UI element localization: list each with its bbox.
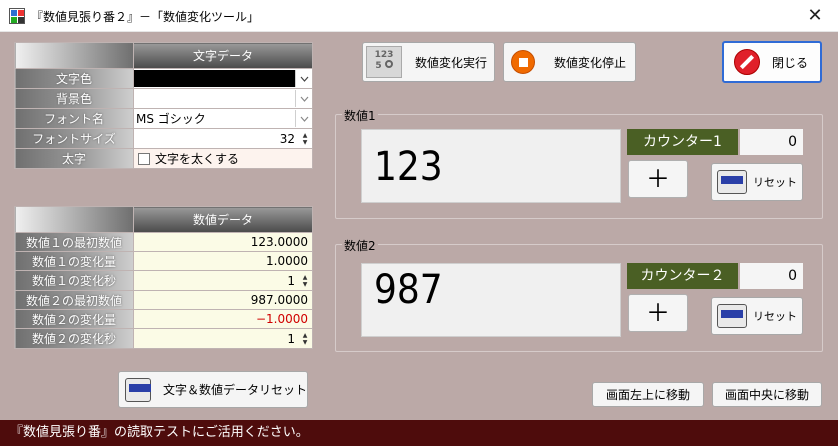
number1-display: 123 xyxy=(361,129,621,203)
eraser-icon xyxy=(717,304,747,328)
text-color-select[interactable] xyxy=(133,68,313,89)
text-data-header: 文字データ xyxy=(133,42,313,69)
number2-display: 987 xyxy=(361,263,621,337)
window-close-button[interactable]: ✕ xyxy=(792,0,838,32)
row-label-text-color: 文字色 xyxy=(14,68,134,89)
stop-change-button[interactable]: 数値変化停止 xyxy=(503,42,636,82)
counter1-label: カウンター1 xyxy=(627,129,738,155)
row-label-font-size: フォントサイズ xyxy=(14,128,134,149)
bold-checkbox-label: 文字を太くする xyxy=(155,152,240,166)
num2-initial-cell[interactable]: 987.0000 xyxy=(133,290,313,310)
chevron-down-icon[interactable] xyxy=(295,70,312,87)
counter2-reset-label: リセット xyxy=(753,310,797,323)
start-change-label: 数値変化実行 xyxy=(415,55,488,70)
number1-group-label: 数値1 xyxy=(342,107,378,124)
num1-delta-cell[interactable]: 1.0000 xyxy=(133,251,313,271)
counter1-reset-label: リセット xyxy=(753,176,797,189)
chevron-down-icon[interactable] xyxy=(295,110,312,127)
grid-corner-header xyxy=(14,42,134,69)
title-bar[interactable]: 『数値見張り番２』－「数値変化ツール」 ✕ xyxy=(0,0,838,32)
row-label-num1-seconds: 数値１の変化秒 xyxy=(14,270,134,291)
bold-checkbox-cell[interactable]: 文字を太くする xyxy=(133,148,313,169)
num1-seconds-value: 1 xyxy=(287,273,295,288)
counter2-reset-button[interactable]: リセット xyxy=(711,297,803,335)
close-label: 閉じる xyxy=(772,55,809,70)
reset-all-button[interactable]: 文字＆数値データリセット xyxy=(118,371,308,408)
row-label-num2-seconds: 数値２の変化秒 xyxy=(14,328,134,349)
num2-seconds-spinner[interactable]: 1 ▲ ▼ xyxy=(133,328,313,349)
reset-all-label: 文字＆数値データリセット xyxy=(162,383,307,397)
font-name-select[interactable]: MS ゴシック xyxy=(133,108,313,129)
app-icon xyxy=(9,8,25,24)
stop-icon xyxy=(511,50,535,74)
row-label-num2-initial: 数値２の最初数値 xyxy=(14,290,134,310)
numeric-data-header: 数値データ xyxy=(133,206,313,233)
row-label-bg-color: 背景色 xyxy=(14,88,134,109)
window-title: 『数値見張り番２』－「数値変化ツール」 xyxy=(31,10,260,24)
num2-seconds-value: 1 xyxy=(287,331,295,346)
counter1-plus-button[interactable]: ＋ xyxy=(628,160,688,198)
bold-checkbox[interactable] xyxy=(138,152,150,165)
font-size-value: 32 xyxy=(279,131,295,146)
row-label-bold: 太字 xyxy=(14,148,134,169)
counter2-plus-button[interactable]: ＋ xyxy=(628,294,688,332)
bg-color-select[interactable] xyxy=(133,88,313,109)
start-change-button[interactable]: 123 5 数値変化実行 xyxy=(362,42,495,82)
grid-corner-header xyxy=(14,206,134,233)
move-top-left-button[interactable]: 画面左上に移動 xyxy=(592,382,704,407)
spinner-arrows-icon[interactable]: ▲ ▼ xyxy=(298,272,312,289)
client-area: 文字データ 文字色 背景色 フォント名 MS ゴシック フォントサイズ 32 ▲… xyxy=(0,32,838,420)
no-entry-icon xyxy=(734,49,760,75)
row-label-num1-delta: 数値１の変化量 xyxy=(14,251,134,271)
stop-change-label: 数値変化停止 xyxy=(554,55,627,70)
counter1-value: 0 xyxy=(740,129,803,155)
text-data-grid: 文字データ 文字色 背景色 フォント名 MS ゴシック フォントサイズ 32 ▲… xyxy=(14,42,313,169)
close-button[interactable]: 閉じる xyxy=(722,41,822,83)
move-center-button[interactable]: 画面中央に移動 xyxy=(712,382,822,407)
spinner-arrows-icon[interactable]: ▲ ▼ xyxy=(298,130,312,147)
counter-digits-icon: 123 5 xyxy=(366,46,402,78)
eraser-icon xyxy=(125,377,151,402)
counter2-label: カウンター２ xyxy=(627,263,738,289)
counter2-value: 0 xyxy=(740,263,803,289)
num1-seconds-spinner[interactable]: 1 ▲ ▼ xyxy=(133,270,313,291)
status-bar: 『数値見張り番』の読取テストにご活用ください。 xyxy=(0,420,838,446)
row-label-num1-initial: 数値１の最初数値 xyxy=(14,232,134,252)
font-size-spinner[interactable]: 32 ▲ ▼ xyxy=(133,128,313,149)
row-label-num2-delta: 数値２の変化量 xyxy=(14,309,134,329)
font-name-value: MS ゴシック xyxy=(136,112,206,126)
number2-group-label: 数値2 xyxy=(342,237,378,254)
row-label-font-name: フォント名 xyxy=(14,108,134,129)
num1-initial-cell[interactable]: 123.0000 xyxy=(133,232,313,252)
counter1-reset-button[interactable]: リセット xyxy=(711,163,803,201)
chevron-down-icon[interactable] xyxy=(295,90,312,107)
spinner-arrows-icon[interactable]: ▲ ▼ xyxy=(298,330,312,347)
num2-delta-cell[interactable]: −1.0000 xyxy=(133,309,313,329)
text-color-swatch xyxy=(134,70,295,87)
eraser-icon xyxy=(717,170,747,194)
numeric-data-grid: 数値データ 数値１の最初数値 123.0000 数値１の変化量 1.0000 数… xyxy=(14,206,313,349)
